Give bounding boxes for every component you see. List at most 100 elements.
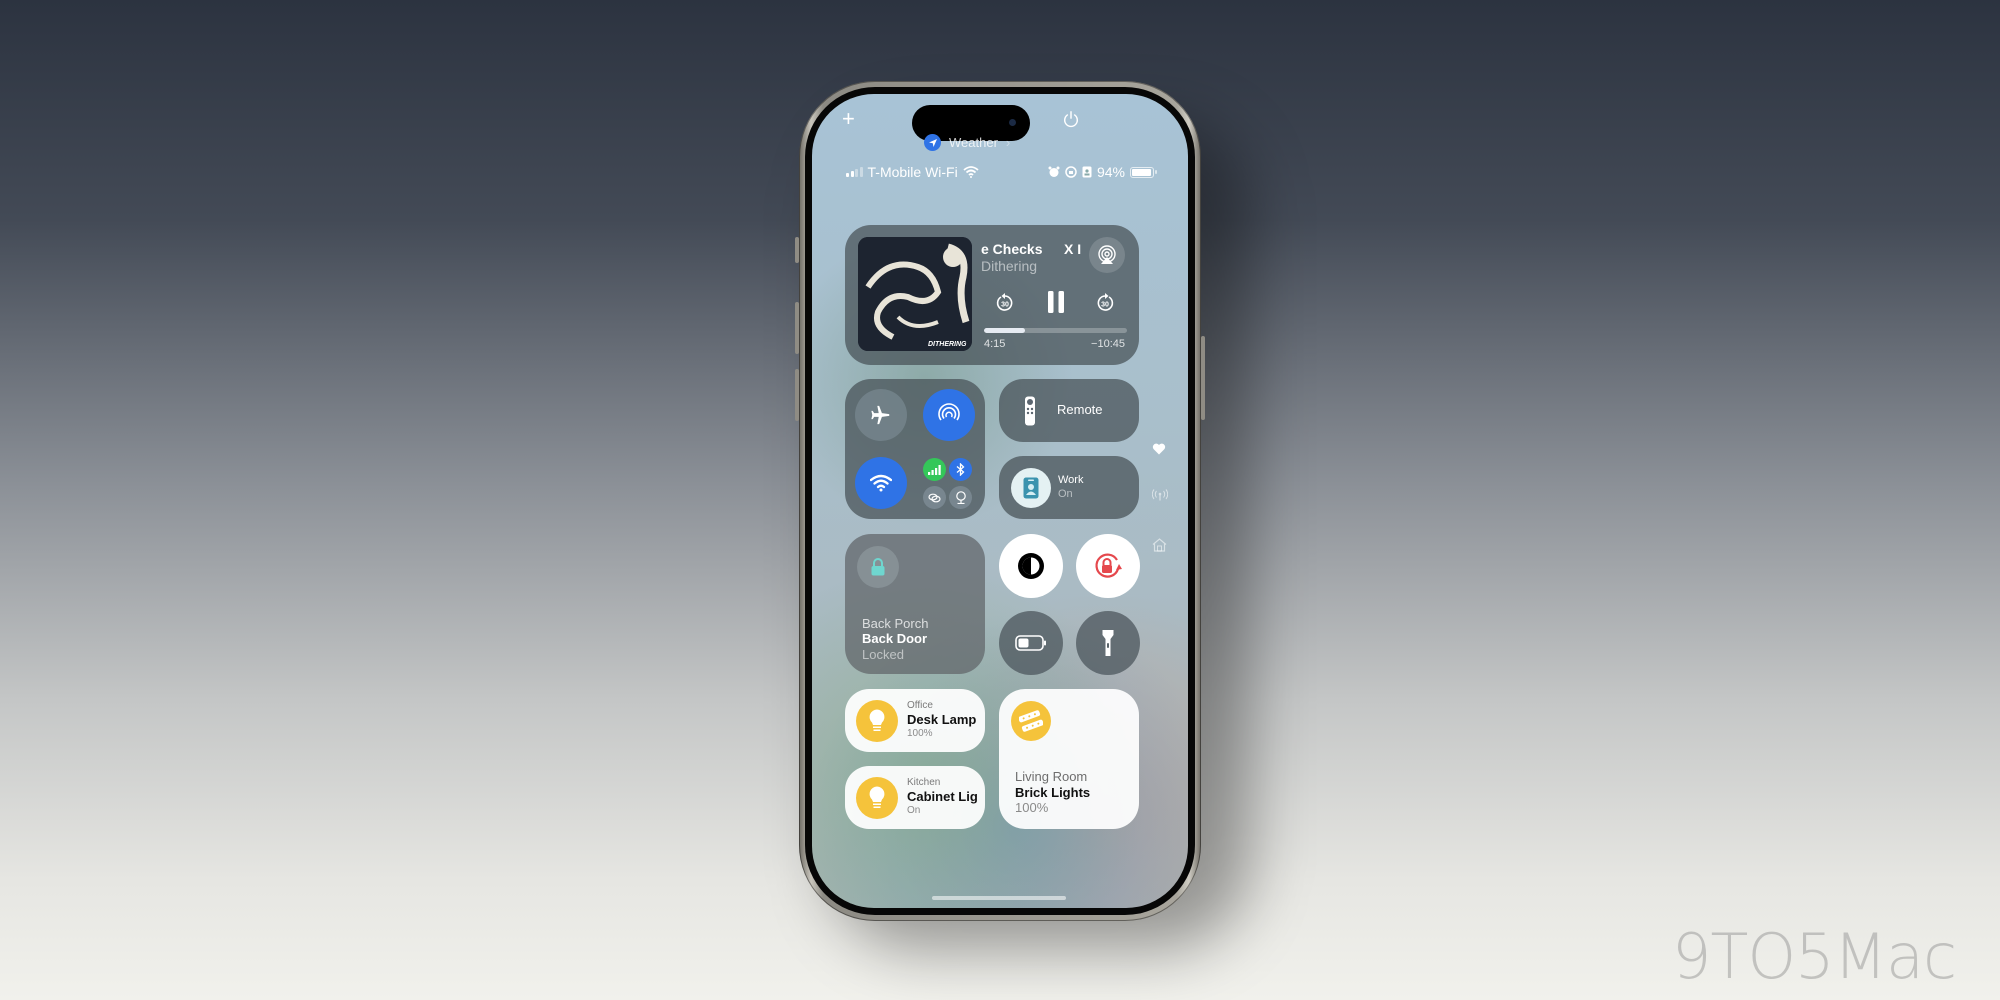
light-name: Cabinet Lig bbox=[907, 789, 978, 804]
light-tile-brick-lights[interactable]: Living Room Brick Lights 100% bbox=[999, 689, 1139, 829]
airplay-button[interactable] bbox=[1089, 237, 1125, 273]
album-art[interactable]: DITHERING bbox=[858, 237, 972, 351]
airdrop-toggle[interactable] bbox=[923, 389, 975, 441]
camera-dot bbox=[1009, 119, 1016, 126]
pause-icon bbox=[1048, 291, 1064, 313]
power-icon[interactable] bbox=[1062, 110, 1080, 128]
connectivity-antenna-icon[interactable] bbox=[1152, 489, 1168, 501]
focus-app-link[interactable]: Weather › bbox=[924, 134, 1010, 151]
light-tile-desk-lamp[interactable]: Office Desk Lamp 100% bbox=[845, 689, 985, 752]
light-room: Office bbox=[907, 700, 933, 711]
chevron-right-icon: › bbox=[1005, 135, 1011, 150]
battery-icon bbox=[1130, 166, 1157, 178]
orientation-lock-icon bbox=[1095, 553, 1122, 578]
track-artist: Dithering bbox=[981, 258, 1038, 274]
track-title-tail: X I bbox=[1064, 241, 1082, 257]
playback-scrubber[interactable] bbox=[984, 328, 1127, 333]
iphone-frame: + Weather › T-Mobile Wi-Fi 94% DITHERING… bbox=[799, 81, 1201, 921]
bluetooth-icon bbox=[956, 463, 965, 476]
focus-app-label: Weather bbox=[949, 135, 998, 150]
light-status: 100% bbox=[1015, 800, 1049, 815]
focus-label: Work bbox=[1058, 474, 1084, 486]
skip-forward-button[interactable]: 30 bbox=[1095, 293, 1115, 318]
light-name: Brick Lights bbox=[1015, 785, 1091, 800]
home-indicator[interactable] bbox=[932, 896, 1066, 900]
wifi-toggle[interactable] bbox=[855, 457, 907, 509]
svg-text:30: 30 bbox=[1101, 302, 1109, 309]
wifi-icon bbox=[870, 474, 892, 492]
orientation-lock-toggle[interactable] bbox=[1076, 534, 1140, 598]
airplane-mode-toggle[interactable] bbox=[855, 389, 907, 441]
location-arrow-icon bbox=[924, 134, 941, 151]
skip-forward-30-icon: 30 bbox=[1097, 293, 1114, 311]
skip-back-button[interactable]: 30 bbox=[995, 293, 1015, 318]
control-center-screen: + Weather › T-Mobile Wi-Fi 94% DITHERING… bbox=[812, 94, 1188, 908]
dark-mode-icon bbox=[1018, 553, 1044, 579]
album-art-label: DITHERING bbox=[928, 341, 967, 348]
airdrop-icon bbox=[938, 403, 960, 421]
now-playing-tile[interactable]: DITHERING e Checks X I Dithering 30 30 4… bbox=[845, 225, 1139, 365]
cellular-signal-icon bbox=[846, 167, 863, 177]
plus-icon[interactable]: + bbox=[842, 108, 855, 130]
battery-percent: 94% bbox=[1096, 164, 1125, 180]
pause-button[interactable] bbox=[1047, 290, 1065, 319]
skip-back-30-icon: 30 bbox=[996, 293, 1013, 311]
wifi-status-icon bbox=[963, 166, 979, 178]
airplane-icon bbox=[871, 405, 890, 425]
light-icon-circle bbox=[856, 777, 898, 819]
door-lock-tile[interactable]: Back Porch Back Door Locked bbox=[845, 534, 985, 674]
remaining-time: −10:45 bbox=[1091, 338, 1125, 350]
apple-tv-remote-button[interactable]: Remote bbox=[999, 379, 1139, 442]
home-icon[interactable] bbox=[1152, 538, 1167, 552]
bluetooth-toggle[interactable] bbox=[949, 458, 972, 481]
watermark: 9TO5Mac bbox=[1672, 920, 1957, 993]
track-title: e Checks bbox=[981, 241, 1043, 257]
svg-text:30: 30 bbox=[1001, 302, 1009, 309]
remote-label: Remote bbox=[1057, 402, 1103, 417]
lock-name: Back Door bbox=[862, 631, 928, 646]
focus-icon-circle bbox=[1011, 468, 1051, 508]
low-power-mode-toggle[interactable] bbox=[999, 611, 1063, 675]
tv-remote-icon bbox=[1025, 396, 1035, 426]
low-power-battery-icon bbox=[1015, 635, 1046, 651]
airplay-audio-icon bbox=[1098, 245, 1116, 264]
alarm-icon bbox=[1048, 166, 1060, 177]
orientation-lock-icon bbox=[1065, 166, 1077, 178]
flashlight-toggle[interactable] bbox=[1076, 611, 1140, 675]
light-icon-circle bbox=[856, 700, 898, 742]
personal-hotspot-toggle[interactable] bbox=[923, 486, 946, 509]
carrier-label: T-Mobile Wi-Fi bbox=[867, 164, 958, 180]
cellular-bars-icon bbox=[928, 464, 941, 475]
hotspot-chain-icon bbox=[928, 493, 941, 502]
side-button bbox=[1201, 336, 1205, 420]
status-bar: T-Mobile Wi-Fi 94% bbox=[846, 163, 1157, 181]
favorites-heart-icon[interactable] bbox=[1152, 443, 1166, 455]
vpn-globe-icon bbox=[955, 491, 966, 504]
light-name: Desk Lamp bbox=[907, 712, 977, 727]
flashlight-icon bbox=[1102, 630, 1114, 656]
lightbulb-icon bbox=[869, 709, 885, 731]
lightbulb-icon bbox=[869, 786, 885, 808]
focus-badge-icon bbox=[1082, 166, 1092, 178]
dark-mode-toggle[interactable] bbox=[999, 534, 1063, 598]
connectivity-tile bbox=[845, 379, 985, 519]
elapsed-time: 4:15 bbox=[984, 338, 1006, 350]
lock-status: Locked bbox=[862, 647, 904, 662]
lock-room: Back Porch bbox=[862, 616, 929, 631]
light-icon-circle bbox=[1011, 701, 1051, 741]
lock-icon-circle bbox=[857, 546, 899, 588]
cellular-data-toggle[interactable] bbox=[923, 458, 946, 481]
light-status: On bbox=[907, 805, 921, 816]
light-strip-icon bbox=[1019, 710, 1043, 732]
bezel: + Weather › T-Mobile Wi-Fi 94% DITHERING… bbox=[805, 87, 1195, 915]
light-tile-cabinet-lights[interactable]: Kitchen Cabinet Lig On bbox=[845, 766, 985, 829]
work-badge-icon bbox=[1023, 477, 1039, 499]
playback-progress-fill bbox=[984, 328, 1026, 333]
vpn-toggle[interactable] bbox=[949, 486, 972, 509]
focus-work-button[interactable]: Work On bbox=[999, 456, 1139, 519]
light-status: 100% bbox=[907, 728, 933, 739]
padlock-icon bbox=[871, 558, 885, 576]
light-room: Kitchen bbox=[907, 777, 941, 788]
focus-status: On bbox=[1058, 488, 1073, 500]
light-room: Living Room bbox=[1015, 769, 1088, 784]
